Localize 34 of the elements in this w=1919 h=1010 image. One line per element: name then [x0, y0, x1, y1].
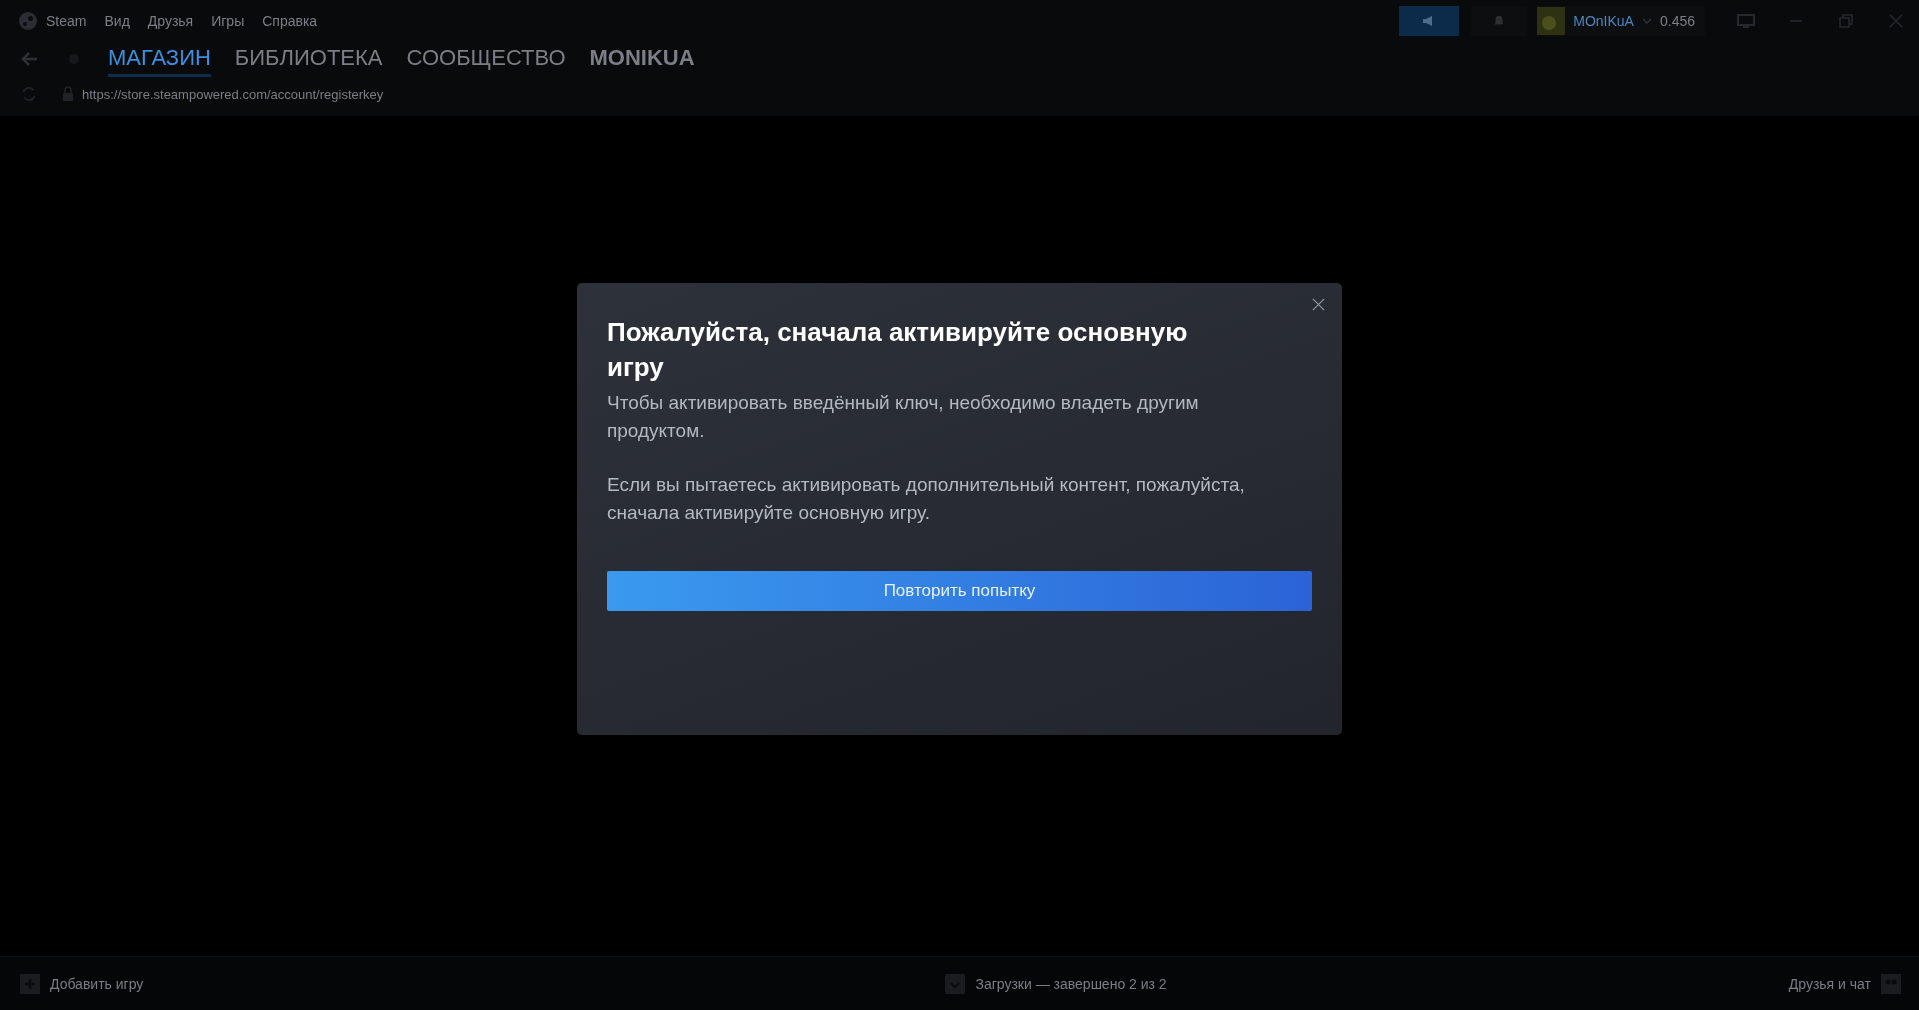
username: MOnIKuA: [1573, 13, 1634, 29]
menu-item[interactable]: Вид: [104, 13, 130, 29]
menu-item[interactable]: Друзья: [147, 13, 194, 29]
add-game-link[interactable]: Добавить игру: [50, 975, 144, 992]
nav-tab[interactable]: СООБЩЕСТВО: [406, 41, 566, 77]
steam-logo-icon: [18, 11, 38, 31]
page-url[interactable]: https://store.steampowered.com/account/registerkey: [82, 86, 384, 102]
dialog-title: Пожалуйста, сначала активируйте основную игру: [607, 316, 1189, 384]
friends-icon[interactable]: [1881, 973, 1901, 994]
avatar-icon: [1537, 7, 1566, 35]
add-icon[interactable]: [20, 973, 40, 994]
dialog-message: Чтобы активировать введённый ключ, необходимо владеть другим продуктом.: [607, 391, 1200, 443]
friends-chat-link[interactable]: Друзья и чат: [1788, 975, 1871, 992]
nav-tab[interactable]: БИБЛИОТЕКА: [234, 41, 383, 77]
notifications-button[interactable]: [1471, 6, 1528, 36]
account-menu[interactable]: MOnIKuA 0.456: [1537, 6, 1705, 36]
menu-item[interactable]: Steam: [46, 13, 87, 29]
wallet-balance: 0.456: [1659, 13, 1695, 29]
retry-button[interactable]: Повторить попытку: [607, 571, 1312, 611]
downloads-status[interactable]: Загрузки — завершено 2 из 2: [975, 975, 1167, 992]
nav-tab[interactable]: МАГАЗИН: [108, 41, 211, 77]
close-icon: [1311, 297, 1326, 312]
menu-item[interactable]: Справка: [262, 13, 318, 29]
close-icon[interactable]: [1887, 13, 1905, 29]
menu-item[interactable]: Игры: [211, 13, 245, 29]
restore-icon[interactable]: [1837, 13, 1855, 29]
lock-icon: [62, 86, 74, 102]
chevron-icon: [1641, 18, 1652, 24]
dialog-message: Если вы пытаетесь активировать дополнительный контент, пожалуйста, сначала активируйте основную игру.: [607, 473, 1246, 525]
announcements-button[interactable]: [1399, 6, 1460, 36]
reload-icon[interactable]: [20, 85, 38, 103]
monitor-icon[interactable]: [1737, 13, 1755, 29]
download-icon[interactable]: [945, 973, 966, 994]
nav-tab[interactable]: MONIKUA: [589, 41, 695, 77]
